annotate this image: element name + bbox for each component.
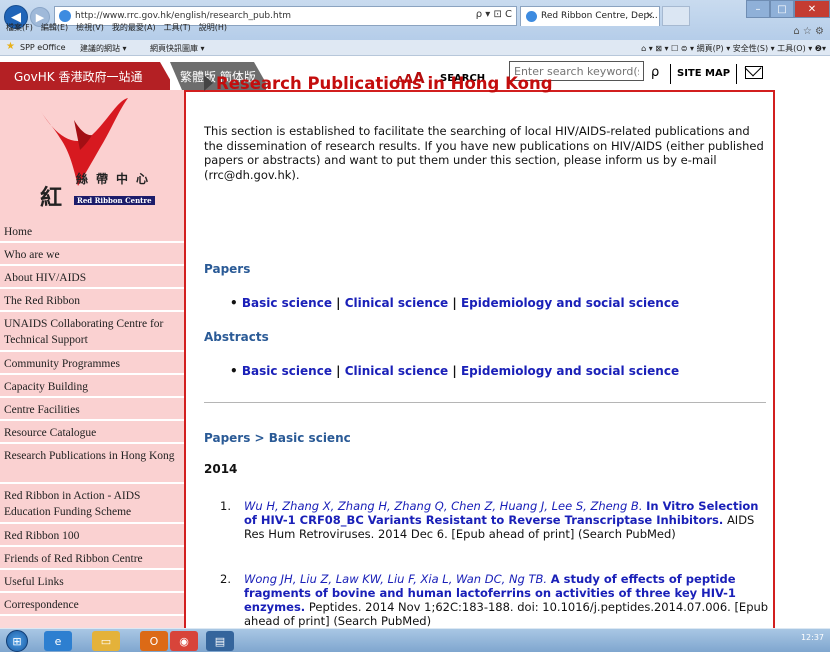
site-favicon-icon (59, 10, 71, 22)
publication-citation: Wu H, Zhang X, Zhang H, Zhang Q, Chen Z,… (244, 499, 770, 541)
favorite-spp-eoffice[interactable]: SPP eOffice (20, 43, 66, 52)
publication-source: Peptides. 2014 Nov 1;62C:183-188. doi: 1… (244, 600, 769, 628)
separator: | (331, 296, 345, 310)
internet-explorer-icon[interactable]: e (44, 631, 72, 651)
chrome-icon[interactable]: ◉ (170, 631, 198, 651)
sidebar-item-the-red-ribbon[interactable]: The Red Ribbon (0, 289, 184, 312)
browser-titlebar: ◀ ▶ http://www.rrc.gov.hk/english/resear… (0, 0, 830, 40)
logo-english-name: Red Ribbon Centre (74, 196, 155, 205)
year-heading: 2014 (204, 462, 238, 476)
sidebar: 紅 絲帶中心 Red Ribbon Centre Home Who are we… (0, 90, 184, 628)
red-ribbon-logo[interactable]: 紅 絲帶中心 Red Ribbon Centre (0, 90, 184, 220)
tab-title: Red Ribbon Centre, Dep... (541, 11, 658, 21)
menu-help[interactable]: 說明(H) (199, 22, 227, 36)
bullet: • (230, 364, 238, 378)
favorites-star-icon[interactable]: ★ (6, 41, 15, 52)
separator: | (448, 296, 461, 310)
sidebar-item-community-programmes[interactable]: Community Programmes (0, 352, 184, 375)
menu-edit[interactable]: 編輯(E) (41, 22, 68, 36)
divider (736, 64, 737, 84)
favorites-bar: ★ SPP eOffice 建議的網站 ▾ 網頁快訊圖庫 ▾ ⌂ ▾ ⊠ ▾ ☐… (0, 40, 830, 56)
divider (204, 402, 766, 403)
abstracts-links: • Basic science | Clinical science | Epi… (230, 364, 679, 378)
menu-view[interactable]: 檢視(V) (76, 22, 104, 36)
logo-chinese-name: 絲帶中心 (76, 172, 157, 186)
papers-heading: Papers (204, 262, 251, 276)
separator: | (448, 364, 461, 378)
intro-paragraph: This section is established to facilitat… (204, 124, 764, 182)
logo-main-char: 紅 (40, 185, 63, 211)
abstracts-heading: Abstracts (204, 330, 269, 344)
minimize-button[interactable]: – (746, 0, 770, 18)
separator: | (331, 364, 345, 378)
sidebar-item-capacity-building[interactable]: Capacity Building (0, 375, 184, 398)
papers-basic-science-link[interactable]: Basic science (242, 296, 332, 310)
sidebar-item-home[interactable]: Home (0, 220, 184, 243)
page-title-text: Research Publications in Hong Kong (216, 74, 553, 93)
tab-close-icon[interactable]: × (646, 10, 654, 21)
sidebar-item-correspondence[interactable]: Correspondence (0, 593, 184, 616)
papers-links: • Basic science | Clinical science | Epi… (230, 296, 679, 310)
tab-favicon-icon (526, 11, 537, 22)
sidebar-item-friends[interactable]: Friends of Red Ribbon Centre (0, 547, 184, 570)
menu-bar: 檔案(F) 編輯(E) 檢視(V) 我的最愛(A) 工具(T) 說明(H) (0, 22, 520, 36)
publication-citation: Wong JH, Liu Z, Law KW, Liu F, Xia L, Wa… (244, 572, 770, 628)
abstracts-clinical-science-link[interactable]: Clinical science (345, 364, 449, 378)
close-button[interactable]: ✕ (794, 0, 830, 18)
publication-authors: Wong JH, Liu Z, Law KW, Liu F, Xia L, Wa… (244, 572, 548, 586)
breadcrumb: Papers > Basic scienc (204, 431, 351, 445)
maximize-button[interactable]: □ (770, 0, 794, 18)
sidebar-item-useful-links[interactable]: Useful Links (0, 570, 184, 593)
favorite-web-slice-gallery[interactable]: 網頁快訊圖庫 ▾ (150, 43, 205, 54)
favorite-suggested-sites[interactable]: 建議的網站 ▾ (80, 43, 127, 54)
outlook-icon[interactable]: O (140, 631, 168, 651)
new-tab-button[interactable] (662, 6, 690, 26)
sidebar-item-red-ribbon-in-action[interactable]: Red Ribbon in Action - AIDS Education Fu… (0, 484, 184, 524)
menu-favorites[interactable]: 我的最愛(A) (112, 22, 156, 36)
browser-window: ◀ ▶ http://www.rrc.gov.hk/english/resear… (0, 0, 830, 652)
system-tray: 12:37 (801, 633, 824, 642)
search-icon[interactable]: ρ (651, 65, 659, 80)
address-text: http://www.rrc.gov.hk/english/research_p… (75, 11, 292, 21)
tab-red-ribbon-centre[interactable]: Red Ribbon Centre, Dep... × (520, 6, 660, 26)
page-margin (780, 56, 830, 628)
sidebar-item-who-are-we[interactable]: Who are we (0, 243, 184, 266)
document-app-icon[interactable]: ▤ (206, 631, 234, 651)
start-button[interactable]: ⊞ (6, 630, 28, 652)
menu-tools[interactable]: 工具(T) (164, 22, 191, 36)
publication-authors: Wu H, Zhang X, Zhang H, Zhang Q, Chen Z,… (244, 499, 643, 513)
command-bar[interactable]: ⌂ ▾ ⊠ ▾ ☐ ⊜ ▾ 網頁(P) ▾ 安全性(S) ▾ 工具(O) ▾ ❷… (641, 43, 826, 54)
sidebar-item-about-hiv-aids[interactable]: About HIV/AIDS (0, 266, 184, 289)
taskbar: ⊞ e ▭ O ◉ ▤ 12:37 (0, 628, 830, 652)
sidebar-nav: Home Who are we About HIV/AIDS The Red R… (0, 220, 184, 616)
abstracts-basic-science-link[interactable]: Basic science (242, 364, 332, 378)
sidebar-item-centre-facilities[interactable]: Centre Facilities (0, 398, 184, 421)
papers-epidemiology-link[interactable]: Epidemiology and social science (461, 296, 679, 310)
divider (670, 64, 671, 84)
sidebar-item-unaids[interactable]: UNAIDS Collaborating Centre for Technica… (0, 312, 184, 352)
list-item: 2. Wong JH, Liu Z, Law KW, Liu F, Xia L,… (220, 572, 770, 628)
list-item: 1. Wu H, Zhang X, Zhang H, Zhang Q, Chen… (220, 499, 770, 541)
mail-icon[interactable] (745, 66, 763, 79)
title-arrow-icon (204, 75, 213, 91)
folder-icon[interactable]: ▭ (92, 631, 120, 651)
site-map-link[interactable]: SITE MAP (677, 68, 730, 79)
sidebar-item-research-publications[interactable]: Research Publications in Hong Kong (0, 444, 184, 484)
govhk-link[interactable]: GovHK 香港政府一站通 (0, 62, 170, 90)
home-favorites-settings-icons[interactable]: ⌂ ☆ ⚙ (793, 26, 824, 37)
address-tools[interactable]: ρ ▾ ⊡ C (476, 9, 512, 20)
window-controls: – □ ✕ (746, 0, 830, 18)
list-number: 1. (220, 499, 231, 513)
papers-clinical-science-link[interactable]: Clinical science (345, 296, 449, 310)
sidebar-item-red-ribbon-100[interactable]: Red Ribbon 100 (0, 524, 184, 547)
menu-file[interactable]: 檔案(F) (6, 22, 33, 36)
page-title: Research Publications in Hong Kong (204, 74, 553, 93)
sidebar-item-resource-catalogue[interactable]: Resource Catalogue (0, 421, 184, 444)
clock[interactable]: 12:37 (801, 633, 824, 642)
abstracts-epidemiology-link[interactable]: Epidemiology and social science (461, 364, 679, 378)
list-number: 2. (220, 572, 231, 586)
logo-wordmark: 紅 絲帶中心 Red Ribbon Centre (40, 172, 155, 212)
bullet: • (230, 296, 238, 310)
